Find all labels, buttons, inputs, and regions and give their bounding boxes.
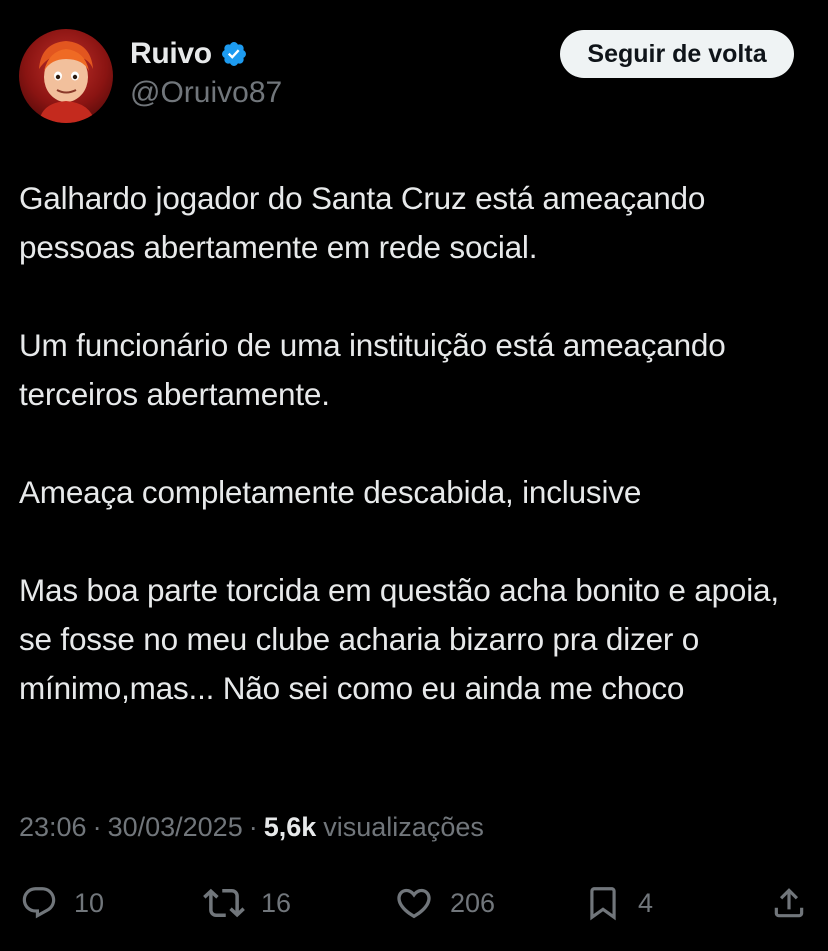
retweet-count: 16 [261,887,292,918]
tweet-paragraph: Galhardo jogador do Santa Cruz está amea… [19,180,714,265]
avatar-image [39,41,95,123]
tweet-card: Ruivo @Oruivo87 Seguir de volta Galhardo… [0,0,828,951]
share-upload-icon [770,884,808,922]
tweet-time[interactable]: 23:06 [19,812,87,843]
tweet-meta: 23:06 · 30/03/2025 · 5,6k visualizações [19,812,484,843]
reply-bubble-icon [20,884,58,922]
display-name[interactable]: Ruivo [130,37,212,71]
tweet-paragraph: Ameaça completamente descabida, inclusiv… [19,474,642,510]
author-handle[interactable]: @Oruivo87 [130,76,282,110]
author-name-row: Ruivo [130,34,248,74]
reply-count: 10 [74,887,105,918]
bookmark-button[interactable]: 4 [584,878,653,928]
tweet-text: Galhardo jogador do Santa Cruz está amea… [19,174,819,713]
bookmark-count: 4 [638,887,654,918]
tweet-actions: 10 16 206 4 [0,878,828,928]
share-button[interactable] [770,878,808,928]
reply-button[interactable]: 10 [20,878,104,928]
views-label: visualizações [323,812,484,842]
tweet-paragraph: Um funcionário de uma instituição está a… [19,327,735,412]
like-button[interactable]: 206 [394,878,495,928]
tweet-date[interactable]: 30/03/2025 [108,812,243,843]
like-count: 206 [450,887,496,918]
avatar[interactable] [19,29,113,123]
verified-badge-icon [220,40,248,68]
meta-separator: · [92,812,102,842]
views-count: 5,6k [263,812,317,842]
retweet-button[interactable]: 16 [203,878,291,928]
heart-icon [394,883,434,923]
retweet-icon [203,882,245,924]
meta-separator: · [248,812,258,842]
follow-back-button[interactable]: Seguir de volta [560,30,794,78]
bookmark-icon [584,883,622,923]
tweet-paragraph: Mas boa parte torcida em questão acha bo… [19,572,788,706]
